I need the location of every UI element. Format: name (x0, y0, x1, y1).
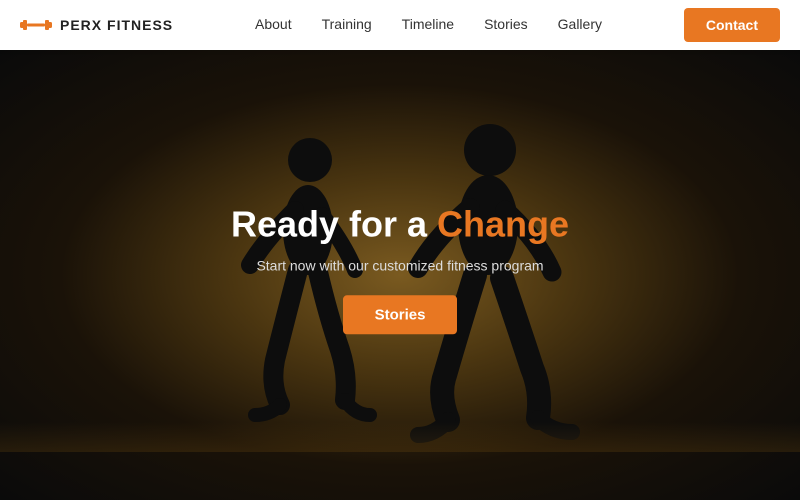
logo: PERX FITNESS (20, 14, 173, 36)
brand-name: PERX FITNESS (60, 17, 173, 33)
nav-link-about[interactable]: About (255, 16, 292, 32)
nav-link-timeline[interactable]: Timeline (402, 16, 454, 32)
logo-icon (20, 14, 52, 36)
hero-section: Ready for a Change Start now with our cu… (0, 50, 800, 500)
nav-item-gallery[interactable]: Gallery (558, 16, 602, 34)
nav-item-about[interactable]: About (255, 16, 292, 34)
hero-subtitle: Start now with our customized fitness pr… (150, 257, 650, 273)
nav-link-stories[interactable]: Stories (484, 16, 528, 32)
hero-background: Ready for a Change Start now with our cu… (0, 50, 800, 500)
ground-glow (0, 422, 800, 452)
nav-links: About Training Timeline Stories Gallery (255, 16, 602, 34)
hero-title: Ready for a Change (150, 202, 650, 245)
nav-item-stories[interactable]: Stories (484, 16, 528, 34)
nav-item-timeline[interactable]: Timeline (402, 16, 454, 34)
hero-title-prefix: Ready for a (231, 203, 437, 244)
nav-item-training[interactable]: Training (322, 16, 372, 34)
hero-title-accent: Change (437, 203, 569, 244)
nav-link-training[interactable]: Training (322, 16, 372, 32)
nav-link-gallery[interactable]: Gallery (558, 16, 602, 32)
navbar: PERX FITNESS About Training Timeline Sto… (0, 0, 800, 50)
hero-content: Ready for a Change Start now with our cu… (150, 202, 650, 334)
contact-button[interactable]: Contact (684, 8, 780, 42)
hero-cta-button[interactable]: Stories (343, 295, 458, 334)
